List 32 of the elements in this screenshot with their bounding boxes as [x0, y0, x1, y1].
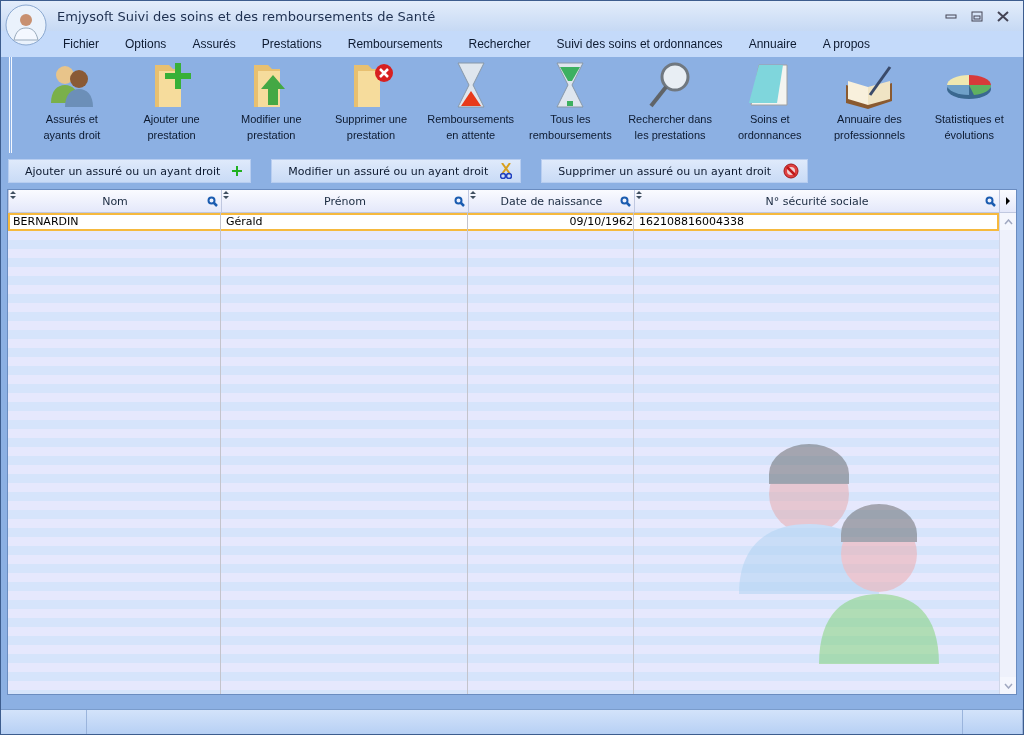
- toolbar-button[interactable]: Soins et ordonnances: [719, 61, 820, 143]
- table-cell-text: BERNARDIN: [12, 215, 80, 229]
- action-button[interactable]: Supprimer un assuré ou un ayant droit: [541, 159, 809, 183]
- menu-item[interactable]: A propos: [822, 37, 871, 51]
- toolbar-button[interactable]: Ajouter une prestation: [121, 61, 222, 143]
- toolbar-button[interactable]: Annuaire des professionnels: [819, 61, 920, 143]
- column-header[interactable]: Prénom: [221, 190, 468, 212]
- column-header[interactable]: Nom: [8, 190, 221, 212]
- toolbar-button[interactable]: Tous les remboursements: [520, 61, 621, 143]
- menu-item[interactable]: Fichier: [63, 37, 99, 51]
- toolbar-button[interactable]: Statistiques et évolutions: [919, 61, 1020, 143]
- toolbar-button[interactable]: Remboursements en attente: [420, 61, 521, 143]
- column-header[interactable]: N° sécurité sociale: [634, 190, 999, 212]
- table-cell-text: Gérald: [225, 215, 264, 229]
- menu-item[interactable]: Remboursements: [347, 37, 443, 51]
- action-button[interactable]: Modifier un assuré ou un ayant droit: [271, 159, 522, 183]
- window-title: Emjysoft Suivi des soins et des remboursements de Santé: [57, 8, 437, 24]
- toolbar-button[interactable]: Rechercher dans les prestations: [620, 61, 720, 143]
- menu-item[interactable]: Assurés: [192, 37, 236, 51]
- menu-item[interactable]: Options: [125, 37, 167, 51]
- menu-item[interactable]: Rechercher: [468, 37, 531, 51]
- table-row[interactable]: BERNARDIN Gérald 09/10/1962 162108816004338: [8, 213, 999, 231]
- menu-item[interactable]: Annuaire: [748, 37, 797, 51]
- menu-item[interactable]: Prestations: [261, 37, 322, 51]
- menu-item[interactable]: Suivi des soins et ordonnances: [556, 37, 723, 51]
- toolbar-button[interactable]: Modifier une prestation: [221, 61, 322, 143]
- toolbar-button[interactable]: Supprimer une prestation: [321, 61, 421, 143]
- action-button[interactable]: Ajouter un assuré ou un ayant droit: [8, 159, 252, 183]
- toolbar-button[interactable]: Assurés et ayants droit: [22, 61, 122, 143]
- table-cell-text: 09/10/1962: [568, 215, 634, 229]
- column-header[interactable]: Date de naissance: [468, 190, 634, 212]
- table-cell-text: 162108816004338: [638, 215, 745, 229]
